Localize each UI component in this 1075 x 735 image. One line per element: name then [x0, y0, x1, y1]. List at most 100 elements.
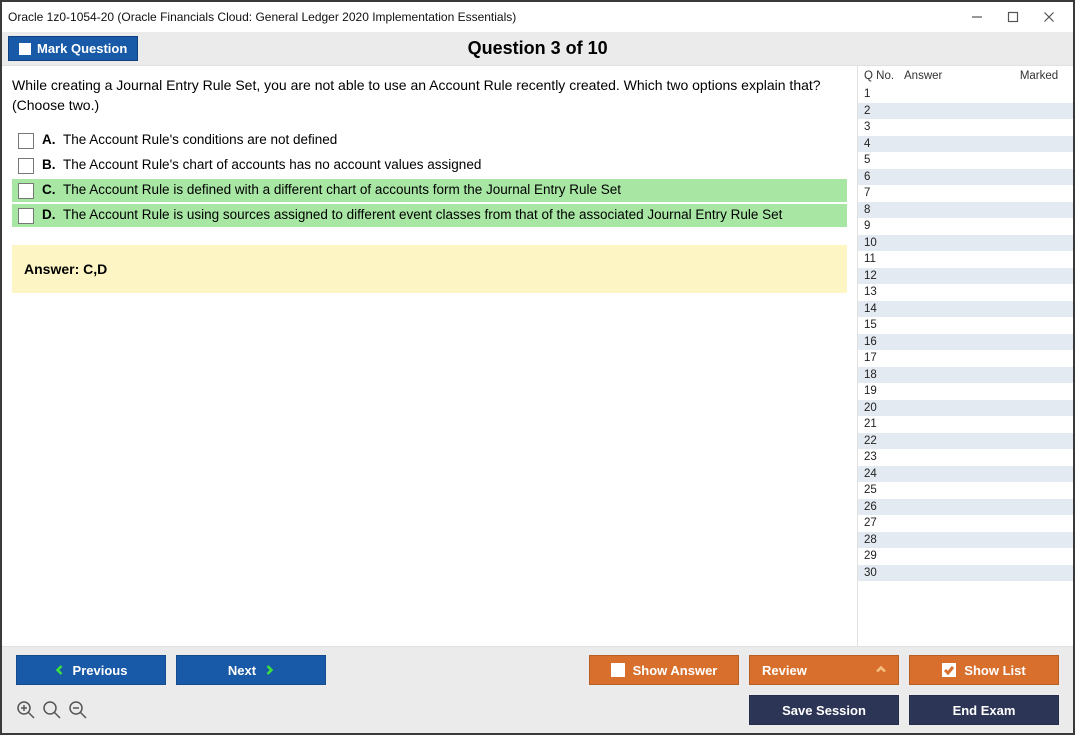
q-number: 22 [864, 435, 904, 447]
question-list-row[interactable]: 4 [858, 136, 1073, 153]
q-number: 29 [864, 550, 904, 562]
question-list-row[interactable]: 2 [858, 103, 1073, 120]
option-checkbox[interactable] [18, 208, 34, 224]
review-button[interactable]: Review [749, 655, 899, 685]
question-list-row[interactable]: 9 [858, 218, 1073, 235]
question-list-row[interactable]: 10 [858, 235, 1073, 252]
q-number: 6 [864, 171, 904, 183]
q-number: 30 [864, 567, 904, 579]
answer-option[interactable]: C. The Account Rule is defined with a di… [12, 179, 847, 202]
q-number: 18 [864, 369, 904, 381]
col-answer-header: Answer [904, 70, 1009, 82]
option-key: C. [42, 182, 56, 197]
answer-option[interactable]: A. The Account Rule's conditions are not… [12, 129, 847, 152]
question-list-row[interactable]: 23 [858, 449, 1073, 466]
q-number: 12 [864, 270, 904, 282]
option-checkbox[interactable] [18, 158, 34, 174]
question-list-row[interactable]: 27 [858, 515, 1073, 532]
show-answer-button[interactable]: Show Answer [589, 655, 739, 685]
option-checkbox[interactable] [18, 133, 34, 149]
option-key: A. [42, 132, 56, 147]
maximize-button[interactable] [995, 5, 1031, 29]
title-bar: Oracle 1z0-1054-20 (Oracle Financials Cl… [2, 2, 1073, 32]
footer-row-primary: Previous Next Show Answer Review Show Li… [16, 655, 1059, 685]
next-button[interactable]: Next [176, 655, 326, 685]
q-number: 3 [864, 121, 904, 133]
answer-option[interactable]: D. The Account Rule is using sources ass… [12, 204, 847, 227]
option-text: A. The Account Rule's conditions are not… [42, 132, 337, 147]
option-body: The Account Rule is using sources assign… [60, 207, 783, 222]
q-number: 16 [864, 336, 904, 348]
q-number: 23 [864, 451, 904, 463]
q-number: 5 [864, 154, 904, 166]
question-list-row[interactable]: 8 [858, 202, 1073, 219]
question-text: While creating a Journal Entry Rule Set,… [12, 76, 847, 115]
previous-button[interactable]: Previous [16, 655, 166, 685]
question-list-row[interactable]: 29 [858, 548, 1073, 565]
question-list-row[interactable]: 15 [858, 317, 1073, 334]
minimize-button[interactable] [959, 5, 995, 29]
option-key: B. [42, 157, 56, 172]
question-list-row[interactable]: 25 [858, 482, 1073, 499]
q-number: 7 [864, 187, 904, 199]
option-text: B. The Account Rule's chart of accounts … [42, 157, 481, 172]
question-list-row[interactable]: 26 [858, 499, 1073, 516]
option-body: The Account Rule's chart of accounts has… [60, 157, 482, 172]
show-list-button[interactable]: Show List [909, 655, 1059, 685]
question-list-row[interactable]: 30 [858, 565, 1073, 582]
q-number: 14 [864, 303, 904, 315]
question-list-row[interactable]: 14 [858, 301, 1073, 318]
q-number: 27 [864, 517, 904, 529]
question-list-pane: Q No. Answer Marked 12345678910111213141… [857, 66, 1073, 646]
option-text: C. The Account Rule is defined with a di… [42, 182, 621, 197]
zoom-reset-icon[interactable] [42, 700, 62, 720]
show-list-checkbox-icon [942, 663, 956, 677]
mark-checkbox-icon [19, 43, 31, 55]
question-list-row[interactable]: 24 [858, 466, 1073, 483]
q-number: 21 [864, 418, 904, 430]
save-session-button[interactable]: Save Session [749, 695, 899, 725]
question-list-body[interactable]: 1234567891011121314151617181920212223242… [858, 86, 1073, 646]
show-list-label: Show List [964, 663, 1025, 678]
q-number: 15 [864, 319, 904, 331]
q-number: 11 [864, 253, 904, 265]
mark-question-button[interactable]: Mark Question [8, 36, 138, 61]
end-exam-label: End Exam [953, 703, 1016, 718]
main-area: While creating a Journal Entry Rule Set,… [2, 66, 1073, 646]
question-list-row[interactable]: 3 [858, 119, 1073, 136]
zoom-controls [16, 700, 88, 720]
q-number: 9 [864, 220, 904, 232]
question-list-row[interactable]: 12 [858, 268, 1073, 285]
question-list-row[interactable]: 19 [858, 383, 1073, 400]
question-list-row[interactable]: 17 [858, 350, 1073, 367]
q-number: 28 [864, 534, 904, 546]
question-list-row[interactable]: 21 [858, 416, 1073, 433]
question-list-row[interactable]: 22 [858, 433, 1073, 450]
question-list-row[interactable]: 7 [858, 185, 1073, 202]
q-number: 20 [864, 402, 904, 414]
q-number: 8 [864, 204, 904, 216]
option-body: The Account Rule is defined with a diffe… [60, 182, 622, 197]
q-number: 2 [864, 105, 904, 117]
q-number: 26 [864, 501, 904, 513]
review-label: Review [762, 663, 807, 678]
question-list-row[interactable]: 20 [858, 400, 1073, 417]
q-number: 13 [864, 286, 904, 298]
question-list-row[interactable]: 6 [858, 169, 1073, 186]
end-exam-button[interactable]: End Exam [909, 695, 1059, 725]
question-list-row[interactable]: 1 [858, 86, 1073, 103]
question-list-row[interactable]: 28 [858, 532, 1073, 549]
question-list-row[interactable]: 18 [858, 367, 1073, 384]
answer-option[interactable]: B. The Account Rule's chart of accounts … [12, 154, 847, 177]
option-key: D. [42, 207, 56, 222]
question-list-row[interactable]: 13 [858, 284, 1073, 301]
question-list-row[interactable]: 11 [858, 251, 1073, 268]
close-button[interactable] [1031, 5, 1067, 29]
option-body: The Account Rule's conditions are not de… [60, 132, 338, 147]
zoom-out-icon[interactable] [68, 700, 88, 720]
question-list-row[interactable]: 5 [858, 152, 1073, 169]
option-checkbox[interactable] [18, 183, 34, 199]
question-list-row[interactable]: 16 [858, 334, 1073, 351]
zoom-in-icon[interactable] [16, 700, 36, 720]
col-marked-header: Marked [1009, 70, 1069, 82]
